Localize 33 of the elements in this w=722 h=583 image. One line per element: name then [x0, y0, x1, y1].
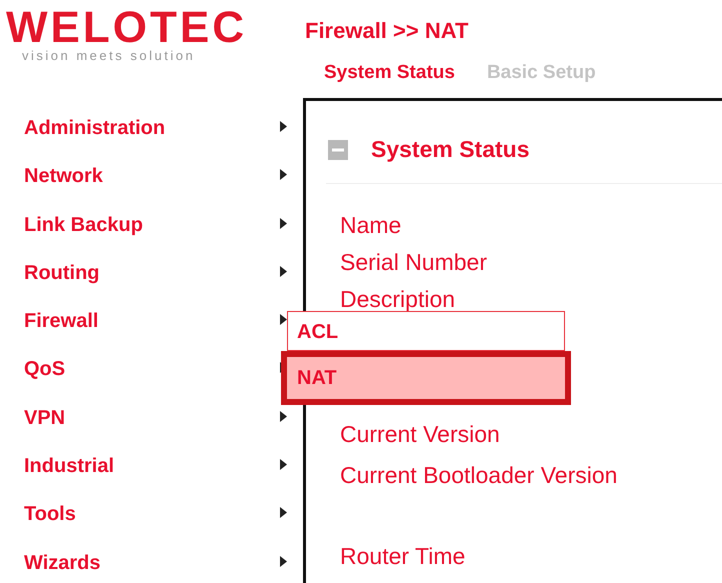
field-label: Current Version — [340, 420, 500, 449]
sidebar-item[interactable]: QoS — [0, 356, 280, 382]
sidebar-item[interactable]: Firewall — [0, 308, 280, 334]
sidebar-item[interactable]: Wizards — [0, 550, 280, 576]
field-label: Serial Number — [340, 248, 487, 277]
page-title: Firewall >> NAT — [305, 18, 470, 44]
arrow-icon — [280, 169, 287, 180]
field-label: Router Time — [340, 542, 466, 571]
arrow-icon — [280, 507, 287, 518]
field-label: Description — [340, 285, 456, 314]
sidebar-item[interactable]: Link Backup — [0, 212, 280, 238]
arrow-icon — [280, 218, 287, 229]
collapse-icon[interactable] — [328, 140, 348, 160]
sidebar-item[interactable]: Tools — [0, 501, 280, 528]
tab[interactable]: System Status — [324, 62, 455, 84]
submenu-item[interactable]: ACL — [287, 311, 565, 351]
arrow-icon — [280, 266, 287, 277]
sidebar-item[interactable]: Routing — [0, 260, 280, 286]
logo-wordmark: WELOTEC — [6, 6, 248, 50]
sidebar-item[interactable]: Administration — [0, 115, 280, 141]
submenu-item[interactable]: NAT — [281, 351, 571, 405]
arrow-icon — [280, 121, 287, 132]
sidebar-item[interactable]: VPN — [0, 404, 280, 431]
arrow-icon — [280, 459, 287, 470]
sidebar-item[interactable]: Network — [0, 163, 280, 190]
sidebar-item[interactable]: Industrial — [0, 453, 280, 480]
panel-title: System Status — [371, 136, 530, 163]
field-label: Name — [340, 211, 402, 240]
arrow-icon — [280, 410, 287, 422]
arrow-icon — [280, 556, 287, 567]
arrow-icon — [280, 314, 287, 326]
logo-tagline: vision meets solution — [22, 48, 196, 63]
field-label: Current Bootloader Version — [340, 461, 618, 490]
